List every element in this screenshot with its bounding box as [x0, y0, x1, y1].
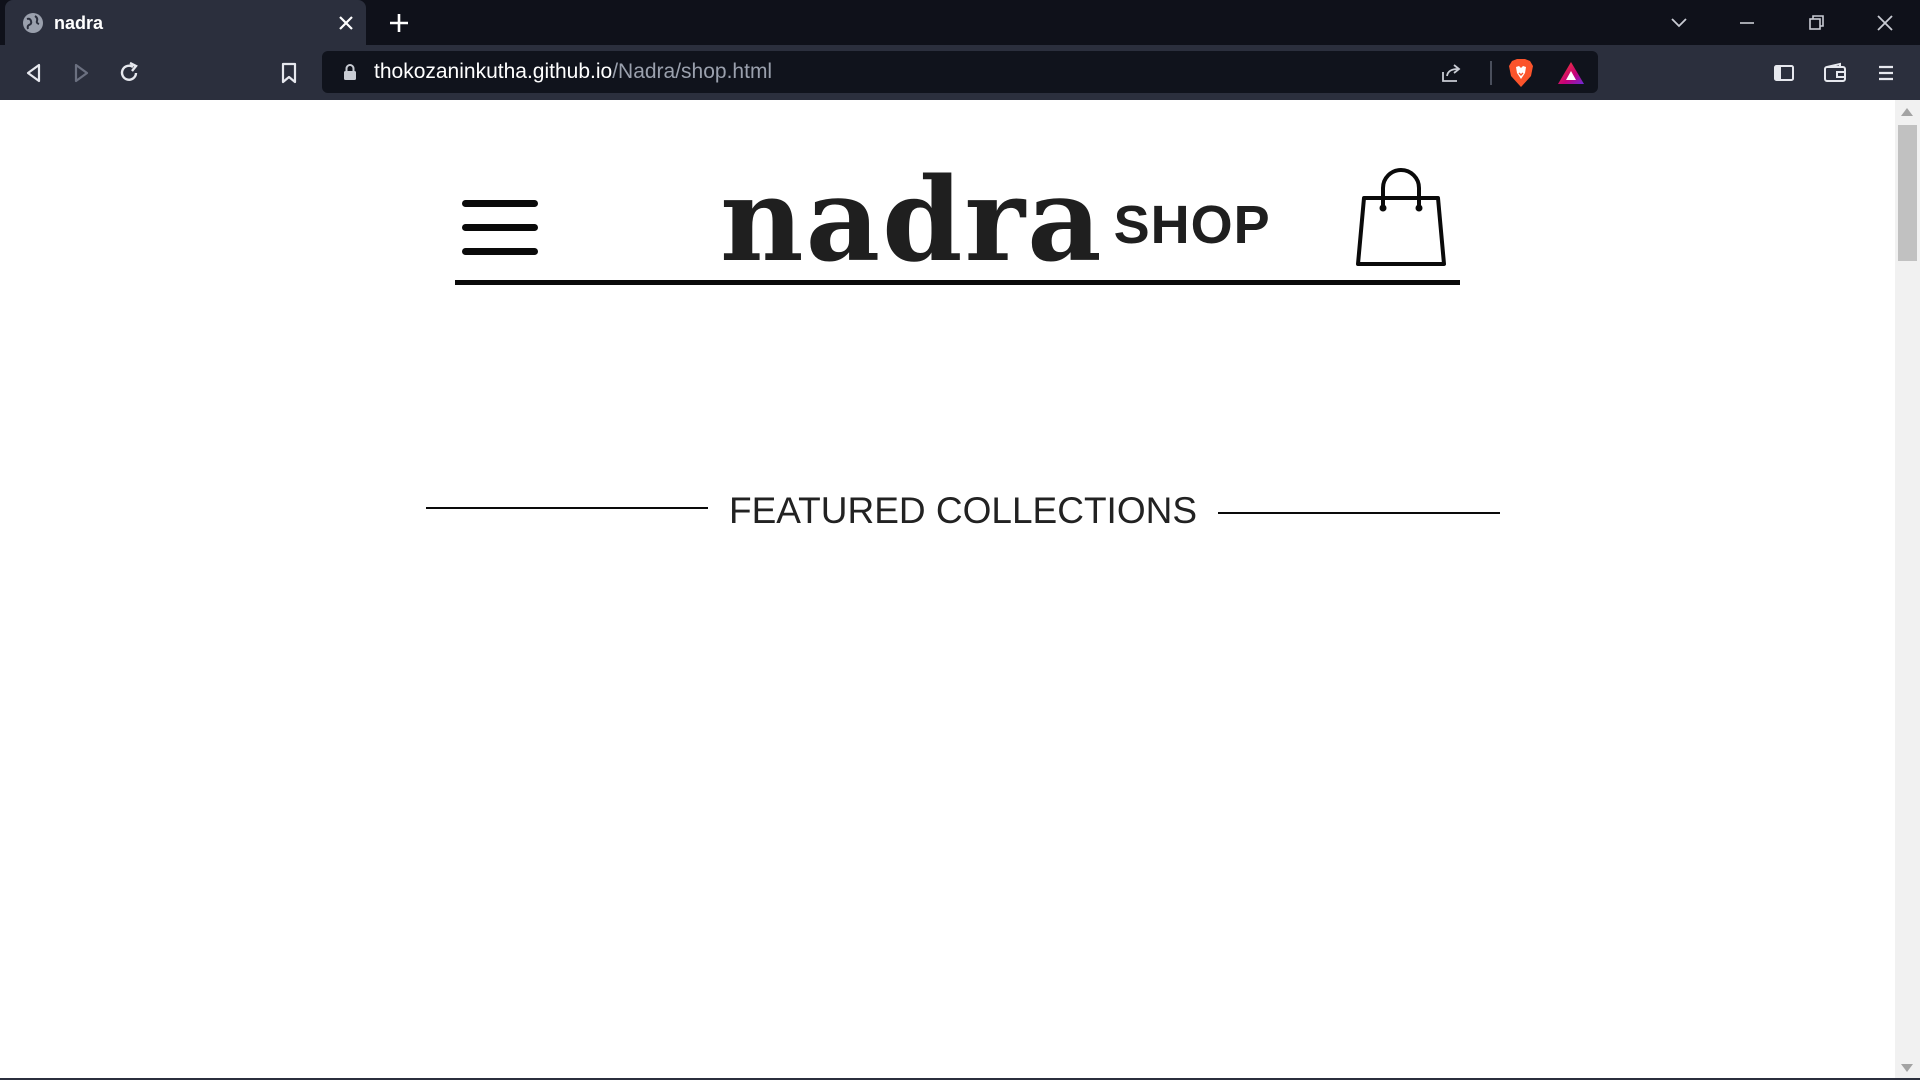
close-icon[interactable] [336, 13, 356, 33]
browser-tab[interactable]: nadra [5, 0, 366, 45]
scroll-up-arrow-icon[interactable] [1901, 108, 1913, 116]
wallet-icon[interactable] [1820, 58, 1850, 88]
forward-arrow-icon[interactable] [66, 58, 96, 88]
logo-wordmark: nadra [720, 153, 1104, 288]
sidebar-icon[interactable] [1769, 58, 1799, 88]
web-page: nadra SHOP FEATURED COLLECTIONS [0, 100, 1895, 1080]
restore-icon[interactable] [1803, 10, 1829, 36]
brave-lion-icon[interactable] [1508, 58, 1534, 88]
minimize-icon[interactable] [1734, 10, 1760, 36]
site-logo[interactable]: nadra SHOP [720, 153, 1271, 288]
back-arrow-icon[interactable] [19, 58, 49, 88]
hamburger-bar [462, 248, 538, 255]
logo-subtitle: SHOP [1113, 195, 1271, 255]
address-bar[interactable]: thokozaninkutha.github.io/Nadra/shop.htm… [322, 51, 1598, 93]
lock-icon[interactable] [342, 63, 358, 81]
scroll-down-arrow-icon[interactable] [1901, 1064, 1913, 1072]
featured-divider-left [426, 507, 708, 509]
featured-divider-right [1218, 512, 1500, 514]
browser-titlebar: nadra [0, 0, 1920, 45]
plus-icon[interactable] [386, 10, 412, 36]
bookmark-icon[interactable] [274, 58, 304, 88]
omnibox-separator [1490, 61, 1492, 85]
url-host: thokozaninkutha.github.io [374, 60, 613, 83]
globe-icon [23, 13, 43, 33]
url-path: /Nadra/shop.html [612, 60, 773, 83]
shopping-bag-icon[interactable] [1352, 168, 1452, 268]
hamburger-icon[interactable] [462, 200, 540, 270]
chevron-down-icon[interactable] [1666, 10, 1692, 36]
featured-collections-heading: FEATURED COLLECTIONS [728, 490, 1198, 531]
hamburger-bar [462, 224, 538, 231]
rewards-triangle-icon[interactable] [1556, 60, 1586, 86]
page-scrollbar[interactable] [1895, 100, 1920, 1080]
scrollbar-thumb[interactable] [1898, 125, 1917, 261]
close-icon[interactable] [1872, 10, 1898, 36]
reload-icon[interactable] [114, 58, 144, 88]
browser-toolbar: thokozaninkutha.github.io/Nadra/shop.htm… [0, 45, 1920, 100]
share-icon[interactable] [1438, 60, 1464, 86]
tab-title: nadra [54, 13, 104, 33]
url-text[interactable]: thokozaninkutha.github.io/Nadra/shop.htm… [374, 60, 772, 84]
hamburger-bar [462, 200, 538, 207]
header-divider [455, 280, 1460, 285]
menu-icon[interactable] [1871, 58, 1901, 88]
